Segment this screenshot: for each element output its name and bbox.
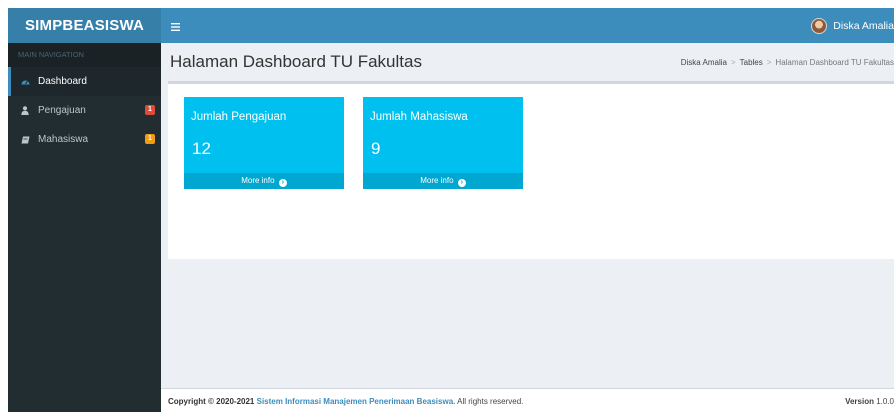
arrow-circle-right-icon: ›	[457, 179, 466, 187]
content-header: Halaman Dashboard TU Fakultas Diska Amal…	[168, 50, 894, 72]
tile-title: Jumlah Mahasiswa	[370, 111, 468, 123]
more-info-label: More info	[420, 176, 454, 185]
breadcrumb-item-tables[interactable]: Tables	[740, 58, 763, 67]
stat-tile-mahasiswa: Jumlah Mahasiswa 9 More info ›	[363, 97, 523, 189]
sidebar-item-mahasiswa[interactable]: Mahasiswa 1	[8, 125, 161, 154]
breadcrumb-item-home[interactable]: Diska Amalia	[681, 58, 727, 67]
user-icon	[18, 106, 32, 115]
sidebar-item-label: Dashboard	[38, 76, 87, 87]
user-menu[interactable]: Diska Amalia	[811, 8, 894, 43]
copyright-text: Copyright © 2020-2021	[168, 397, 255, 406]
arrow-circle-right-icon: ›	[278, 179, 287, 187]
sidebar: MAIN NAVIGATION Dashboard Pengajuan 1 Ma…	[8, 43, 161, 412]
breadcrumb-item-current: Halaman Dashboard TU Fakultas	[775, 58, 894, 67]
version-label: Version	[845, 397, 874, 406]
sidebar-item-label: Mahasiswa	[38, 134, 89, 145]
sidebar-item-label: Pengajuan	[38, 105, 86, 116]
notification-badge: 1	[145, 134, 155, 144]
user-name: Diska Amalia	[833, 19, 894, 32]
notification-badge: 1	[145, 105, 155, 115]
sidebar-item-pengajuan[interactable]: Pengajuan 1	[8, 96, 161, 125]
rights-text: All rights reserved.	[457, 397, 524, 406]
more-info-link[interactable]: More info ›	[184, 173, 344, 189]
more-info-label: More info	[241, 176, 275, 185]
page-title: Halaman Dashboard TU Fakultas	[170, 52, 422, 71]
page-footer: Copyright © 2020-2021 Sistem Informasi M…	[161, 388, 894, 412]
tile-title: Jumlah Pengajuan	[191, 111, 287, 123]
top-navbar: Diska Amalia	[161, 8, 894, 43]
hamburger-icon	[171, 22, 180, 31]
stat-tile-pengajuan: Jumlah Pengajuan 12 More info ›	[184, 97, 344, 189]
footer-version: Version 1.0.0	[845, 397, 894, 406]
user-avatar	[811, 17, 828, 34]
breadcrumb: Diska Amalia > Tables > Halaman Dashboard TU…	[680, 58, 894, 67]
sidebar-section-label: MAIN NAVIGATION	[8, 43, 161, 67]
sidebar-item-dashboard[interactable]: Dashboard	[8, 67, 161, 96]
version-number: 1.0.0	[876, 397, 894, 406]
app-window: SIMPBEASISWA Diska Amalia MAIN NAVIGATIO…	[8, 8, 894, 412]
footer-copyright: Copyright © 2020-2021 Sistem Informasi M…	[168, 397, 523, 406]
more-info-link[interactable]: More info ›	[363, 173, 523, 189]
tile-value: 9	[371, 139, 381, 158]
sidebar-toggle-button[interactable]	[171, 8, 185, 43]
dashboard-icon	[18, 78, 32, 85]
app-name-link[interactable]: Sistem Informasi Manajemen Penerimaan Be…	[257, 397, 456, 406]
tile-value: 12	[192, 139, 211, 158]
app-logo[interactable]: SIMPBEASISWA	[8, 8, 161, 43]
book-icon	[18, 136, 32, 144]
